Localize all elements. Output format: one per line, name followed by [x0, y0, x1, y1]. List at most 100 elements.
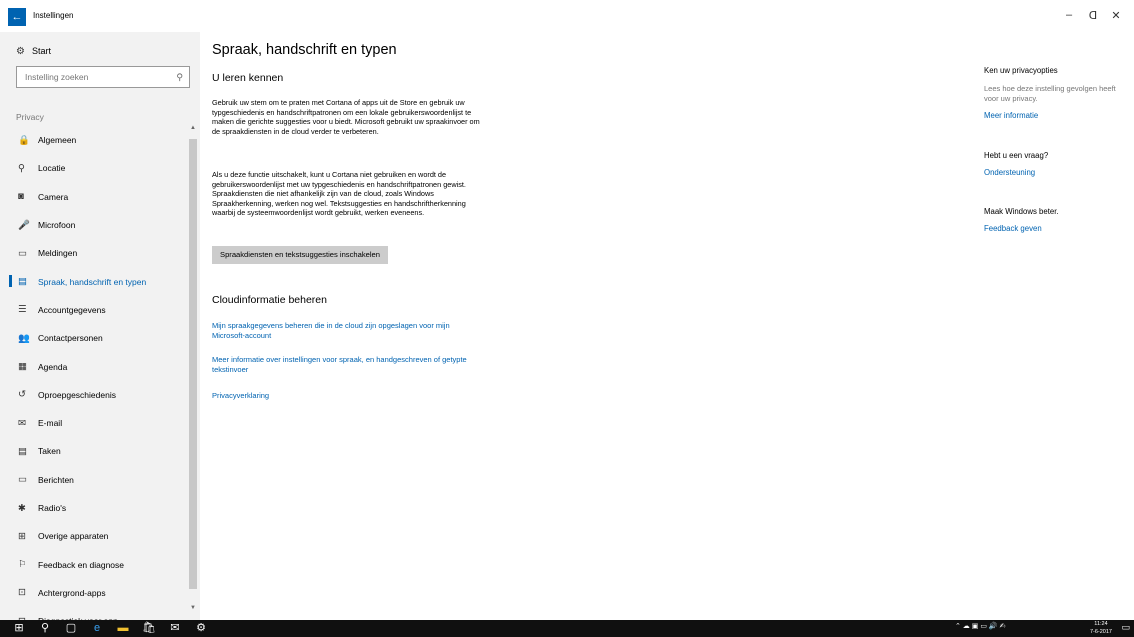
- improve-windows-title: Maak Windows beter.: [984, 207, 1059, 216]
- close-button[interactable]: ✕: [1107, 9, 1125, 22]
- sidebar-item-overige-apparaten[interactable]: ⊞ Overige apparaten: [0, 522, 188, 550]
- settings-window: ← Instellingen – ᗡ ✕ ⚙ Start Instelling …: [0, 0, 1134, 627]
- start-icon[interactable]: ⊞: [8, 621, 30, 636]
- sidebar-item-label: Camera: [38, 191, 69, 202]
- meldingen-icon: ▭: [18, 247, 27, 259]
- microfoon-icon: 🎤: [18, 219, 30, 231]
- sidebar-item-label: Radio's: [38, 503, 67, 513]
- page-title: Spraak, handschrift en typen: [212, 42, 397, 58]
- sidebar-item-contactpersonen[interactable]: 👥 Contactpersonen: [0, 324, 188, 352]
- sidebar-item-e-mail[interactable]: ✉ E-mail: [0, 409, 188, 437]
- taskbar: ⊞ ⚲ ▢ e ▬ 🛍 ✉ ⚙ ⌃ ☁ ▣ ▭ 🔊 ✍ 11:24 7-6-2017 ▭: [0, 620, 1134, 637]
- sidebar-item-label: Contactpersonen: [38, 333, 103, 344]
- contactpersonen-icon: 👥: [18, 332, 30, 344]
- berichten-icon: ▭: [18, 474, 27, 486]
- sidebar: ⚙ Start Instelling zoeken ⚲ Privacy 🔒 Alg…: [0, 32, 200, 627]
- section-heading-know-you: U leren kennen: [212, 72, 284, 84]
- radio-s-icon: ✱: [18, 502, 26, 514]
- section-heading-cloud: Cloudinformatie beheren: [212, 294, 327, 306]
- sidebar-item-oproepgeschiedenis[interactable]: ↺ Oproepgeschiedenis: [0, 381, 188, 409]
- overige-apparaten-icon: ⊞: [18, 530, 26, 542]
- privacy-options-title: Ken uw privacyopties: [984, 66, 1058, 75]
- locatie-icon: ⚲: [18, 162, 25, 174]
- sidebar-item-feedback-en-diagnose[interactable]: ⚐ Feedback en diagnose: [0, 550, 188, 578]
- privacy-statement-link[interactable]: Privacyverklaring: [212, 391, 480, 401]
- sidebar-item-label: Agenda: [38, 361, 68, 372]
- search-icon[interactable]: ⚲: [176, 67, 183, 87]
- privacy-options-text: Lees hoe deze instelling gevolgen heeft …: [984, 84, 1116, 103]
- more-info-settings-link[interactable]: Meer informatie over instellingen voor s…: [212, 355, 480, 375]
- sidebar-item-label: E-mail: [38, 418, 63, 429]
- store-icon[interactable]: 🛍: [138, 621, 160, 636]
- sidebar-item-label: Feedback en diagnose: [38, 559, 125, 570]
- oproepgeschiedenis-icon: ↺: [18, 389, 26, 401]
- search-icon[interactable]: ⚲: [34, 621, 56, 636]
- sidebar-item-berichten[interactable]: ▭ Berichten: [0, 466, 188, 494]
- sidebar-item-label: Oproepgeschiedenis: [38, 389, 116, 400]
- sidebar-item-label: Spraak, handschrift en typen: [38, 276, 147, 287]
- question-title: Hebt u een vraag?: [984, 151, 1049, 160]
- taskbar-clock[interactable]: 11:24 7-6-2017: [1090, 620, 1112, 636]
- sidebar-item-start[interactable]: ⚙ Start: [16, 43, 51, 59]
- enable-speech-button[interactable]: Spraakdiensten en tekstsuggesties inscha…: [212, 246, 388, 264]
- manage-cloud-data-link[interactable]: Mijn spraakgegevens beheren die in de cl…: [212, 321, 480, 341]
- mail-icon[interactable]: ✉: [164, 621, 186, 636]
- sidebar-item-label: Algemeen: [38, 135, 77, 146]
- spraak-handschrift-en-typen-icon: ▤: [18, 276, 27, 288]
- sidebar-item-label: Accountgegevens: [38, 304, 106, 315]
- sidebar-item-locatie[interactable]: ⚲ Locatie: [0, 154, 188, 182]
- section-label-privacy: Privacy: [16, 112, 44, 122]
- system-tray-icons[interactable]: ⌃ ☁ ▣ ▭ 🔊 ✍: [955, 622, 1005, 630]
- edge-icon[interactable]: e: [86, 621, 108, 636]
- support-link[interactable]: Ondersteuning: [984, 168, 1035, 177]
- sidebar-item-meldingen[interactable]: ▭ Meldingen: [0, 239, 188, 267]
- app-title: Instellingen: [33, 11, 74, 20]
- camera-icon: ◙: [18, 191, 24, 203]
- scroll-down-icon[interactable]: ▼: [188, 605, 198, 615]
- sidebar-item-label: Microfoon: [38, 220, 76, 231]
- description-paragraph-2: Als u deze functie uitschakelt, kunt u C…: [212, 170, 466, 218]
- feedback-link[interactable]: Feedback geven: [984, 224, 1042, 233]
- sidebar-item-algemeen[interactable]: 🔒 Algemeen: [0, 126, 188, 154]
- sidebar-nav-list: 🔒 Algemeen ⚲ Locatie ◙ Camera 🎤 Microfoon ▭ Meldi…: [0, 126, 188, 635]
- description-paragraph-1: Gebruik uw stem om te praten met Cortana…: [212, 98, 480, 136]
- notification-center-icon[interactable]: ▭: [1121, 622, 1130, 633]
- title-bar: ← Instellingen – ᗡ ✕: [0, 0, 1134, 32]
- back-button[interactable]: ←: [8, 8, 26, 26]
- search-input[interactable]: Instelling zoeken ⚲: [16, 66, 190, 88]
- accountgegevens-icon: ☰: [18, 304, 27, 316]
- minimize-button[interactable]: –: [1060, 9, 1078, 21]
- scrollbar-thumb[interactable]: [189, 139, 197, 589]
- agenda-icon: ▦: [18, 361, 27, 373]
- sidebar-item-microfoon[interactable]: 🎤 Microfoon: [0, 211, 188, 239]
- algemeen-icon: 🔒: [18, 134, 30, 146]
- sidebar-scrollbar[interactable]: ▲ ▼: [188, 125, 198, 615]
- sidebar-item-label: Taken: [38, 446, 61, 457]
- sidebar-item-radio-s[interactable]: ✱ Radio's: [0, 494, 188, 522]
- sidebar-item-accountgegevens[interactable]: ☰ Accountgegevens: [0, 296, 188, 324]
- clock-date: 7-6-2017: [1089, 629, 1112, 635]
- taken-icon: ▤: [18, 445, 27, 457]
- gear-icon: ⚙: [16, 45, 25, 57]
- feedback-en-diagnose-icon: ⚐: [18, 559, 27, 571]
- scroll-up-icon[interactable]: ▲: [188, 125, 198, 135]
- clock-time: 11:24: [1094, 621, 1108, 627]
- maximize-button[interactable]: ᗡ: [1084, 9, 1102, 22]
- sidebar-item-label: Berichten: [38, 474, 74, 485]
- sidebar-item-label: Meldingen: [38, 248, 78, 259]
- search-placeholder: Instelling zoeken: [25, 72, 89, 82]
- sidebar-item-label: Overige apparaten: [38, 531, 109, 542]
- sidebar-item-label: Locatie: [38, 163, 66, 174]
- e-mail-icon: ✉: [18, 417, 26, 429]
- sidebar-item-label: Achtergrond-apps: [38, 587, 106, 598]
- file-explorer-icon[interactable]: ▬: [112, 621, 134, 636]
- back-arrow-icon: ←: [11, 11, 23, 23]
- sidebar-item-camera[interactable]: ◙ Camera: [0, 183, 188, 211]
- task-view-icon[interactable]: ▢: [60, 621, 82, 636]
- more-info-link[interactable]: Meer informatie: [984, 111, 1038, 120]
- settings-icon[interactable]: ⚙: [190, 621, 212, 636]
- sidebar-item-achtergrond-apps[interactable]: ⊡ Achtergrond-apps: [0, 579, 188, 607]
- sidebar-item-taken[interactable]: ▤ Taken: [0, 437, 188, 465]
- sidebar-item-agenda[interactable]: ▦ Agenda: [0, 352, 188, 380]
- sidebar-item-spraak-handschrift-en-typen[interactable]: ▤ Spraak, handschrift en typen: [0, 267, 188, 295]
